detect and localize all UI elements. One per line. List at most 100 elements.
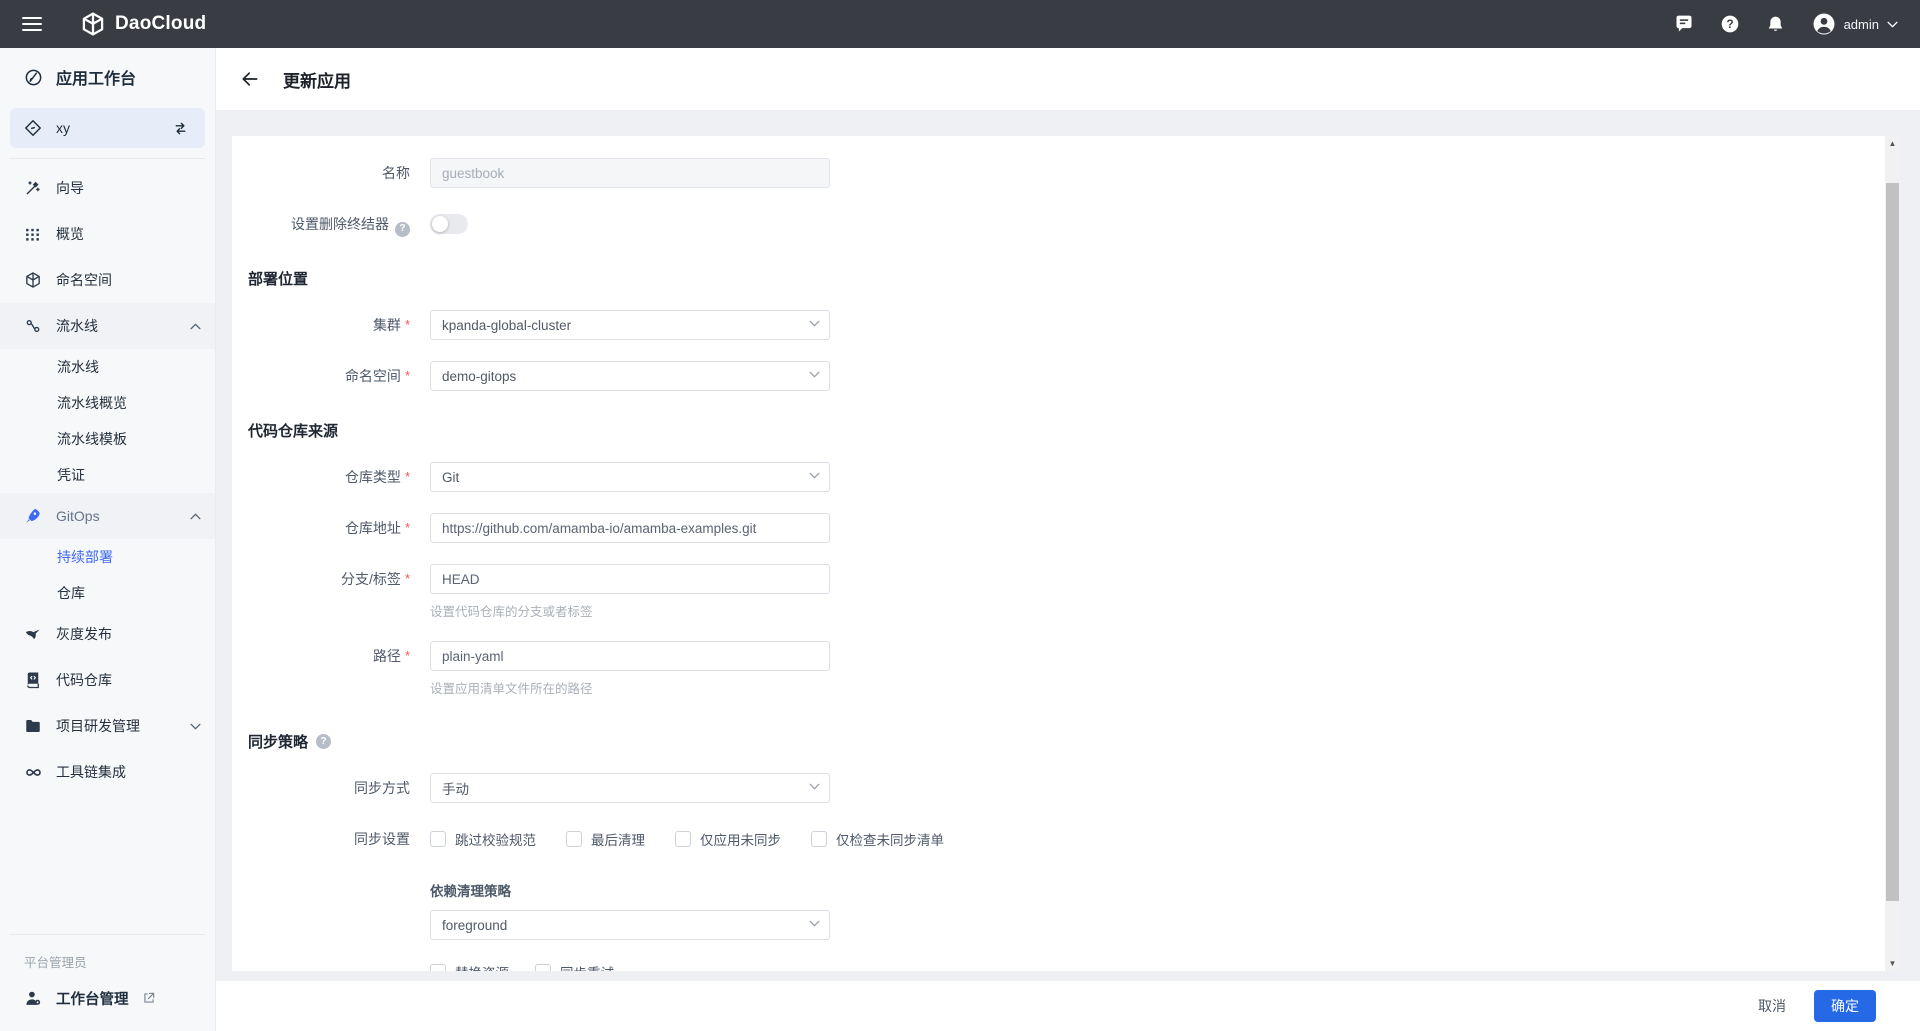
branch-row: 分支/标签* 设置代码仓库的分支或者标签 <box>232 564 1900 620</box>
back-button[interactable] <box>233 62 267 96</box>
sidebar-item-overview[interactable]: 概览 <box>0 211 215 257</box>
branch-hint: 设置代码仓库的分支或者标签 <box>430 601 830 620</box>
prune-policy-select[interactable]: foreground <box>430 910 830 940</box>
scroll-down-arrow[interactable]: ▼ <box>1885 956 1900 971</box>
name-input <box>430 158 830 188</box>
repo-url-label: 仓库地址* <box>232 513 430 543</box>
checkbox-box <box>535 964 551 971</box>
sync-settings-row: 同步设置 跳过校验规范 最后清理 仅应用未同步 仅检查未同步清单 <box>232 824 1900 854</box>
sidebar-item-workbench-mgmt[interactable]: 工作台管理 <box>0 975 215 1021</box>
main-area: 更新应用 名称 设置删除终结器? <box>215 48 1920 1031</box>
repo-type-label: 仓库类型* <box>232 462 430 492</box>
platform-admin-label: 平台管理员 <box>0 935 215 975</box>
checkbox-box <box>675 831 691 847</box>
username: admin <box>1844 17 1879 32</box>
checkbox-replace-resource[interactable]: 替换资源 <box>430 962 509 971</box>
cluster-label: 集群* <box>232 310 430 340</box>
path-input[interactable] <box>430 641 830 671</box>
path-label: 路径* <box>232 641 430 697</box>
help-icon[interactable]: ? <box>316 734 331 749</box>
switch-workspace-icon[interactable] <box>172 119 191 138</box>
sidebar-item-namespace[interactable]: 命名空间 <box>0 257 215 303</box>
finalizer-toggle[interactable] <box>430 214 468 234</box>
section-repo-source: 代码仓库来源 <box>248 420 1900 441</box>
finalizer-row: 设置删除终结器? <box>232 209 1900 239</box>
sidebar-item-toolchain[interactable]: 工具链集成 <box>0 749 215 795</box>
workspace-selector[interactable]: xy <box>10 108 205 148</box>
cluster-row: 集群* kpanda-global-cluster <box>232 310 1900 340</box>
sidebar-group-gitops[interactable]: GitOps <box>0 493 215 539</box>
checkbox-check-out-of-sync[interactable]: 仅检查未同步清单 <box>811 829 944 849</box>
path-row: 路径* 设置应用清单文件所在的路径 <box>232 641 1900 697</box>
checkbox-skip-schema[interactable]: 跳过校验规范 <box>430 829 536 849</box>
cancel-button[interactable]: 取消 <box>1758 996 1786 1016</box>
repo-type-row: 仓库类型* Git <box>232 462 1900 492</box>
repo-url-input[interactable] <box>430 513 830 543</box>
sidebar-item-credentials[interactable]: 凭证 <box>0 457 215 493</box>
sidebar-item-wizard[interactable]: 向导 <box>0 165 215 211</box>
sidebar-item-continuous-deploy[interactable]: 持续部署 <box>0 539 215 575</box>
wand-icon <box>24 179 43 198</box>
daocloud-logo-icon <box>80 11 106 37</box>
rocket-icon <box>24 507 43 526</box>
sidebar-item-pipeline-overview[interactable]: 流水线概览 <box>0 385 215 421</box>
sidebar-item-repository[interactable]: 仓库 <box>0 575 215 611</box>
sidebar: 应用工作台 xy <box>0 48 215 1031</box>
sidebar-item-pipeline-template[interactable]: 流水线模板 <box>0 421 215 457</box>
pipeline-icon <box>24 317 43 336</box>
repo-type-select[interactable]: Git <box>430 462 830 492</box>
cluster-select[interactable]: kpanda-global-cluster <box>430 310 830 340</box>
scroll-up-arrow[interactable]: ▲ <box>1885 136 1900 151</box>
chevron-down-icon <box>809 783 820 790</box>
sync-method-label: 同步方式 <box>232 773 430 803</box>
user-menu[interactable]: admin <box>1812 12 1898 36</box>
branch-input[interactable] <box>430 564 830 594</box>
chevron-down-icon <box>809 920 820 927</box>
finalizer-label: 设置删除终结器? <box>232 209 430 239</box>
sync-method-select[interactable]: 手动 <box>430 773 830 803</box>
infinity-icon <box>24 763 43 782</box>
sidebar-item-pipeline[interactable]: 流水线 <box>0 349 215 385</box>
checkbox-sync-retry[interactable]: 同步重试 <box>535 962 614 971</box>
workspace-name: xy <box>56 120 70 136</box>
section-deploy-location: 部署位置 <box>248 268 1900 289</box>
brand: DaoCloud <box>80 11 206 37</box>
form-footer: 取消 确定 <box>215 981 1920 1031</box>
bell-icon[interactable] <box>1766 14 1786 34</box>
svg-text:?: ? <box>1726 18 1733 31</box>
namespace-select[interactable]: demo-gitops <box>430 361 830 391</box>
page-header: 更新应用 <box>215 48 1920 110</box>
checkbox-apply-out-of-sync[interactable]: 仅应用未同步 <box>675 829 781 849</box>
code-repo-icon <box>24 671 43 690</box>
scrollbar-thumb[interactable] <box>1886 183 1899 901</box>
sidebar-item-gray-release[interactable]: 灰度发布 <box>0 611 215 657</box>
sidebar-title: 应用工作台 <box>0 48 215 106</box>
bird-icon <box>24 625 43 644</box>
chat-icon[interactable] <box>1674 14 1694 34</box>
cube-icon <box>24 271 43 290</box>
hamburger-menu-icon[interactable] <box>22 17 42 31</box>
checkbox-prune-last[interactable]: 最后清理 <box>566 829 645 849</box>
sidebar-group-project-mgmt[interactable]: 项目研发管理 <box>0 703 215 749</box>
prune-policy-label: 依赖清理策略 <box>430 880 1900 900</box>
external-link-icon <box>142 989 161 1008</box>
name-label: 名称 <box>232 158 430 188</box>
help-icon[interactable]: ? <box>1720 14 1740 34</box>
help-icon[interactable]: ? <box>395 222 410 237</box>
avatar-icon <box>1812 12 1836 36</box>
card-scrollbar[interactable]: ▲ ▼ <box>1885 136 1900 971</box>
checkbox-box <box>430 831 446 847</box>
extra-options-row: 替换资源 同步重试 <box>430 962 1900 971</box>
sidebar-group-pipeline[interactable]: 流水线 <box>0 303 215 349</box>
form-card: 名称 设置删除终结器? 部署位置 <box>232 136 1900 971</box>
branch-label: 分支/标签* <box>232 564 430 620</box>
checkbox-box <box>811 831 827 847</box>
path-hint: 设置应用清单文件所在的路径 <box>430 678 830 697</box>
namespace-row: 命名空间* demo-gitops <box>232 361 1900 391</box>
content: 名称 设置删除终结器? 部署位置 <box>215 110 1920 981</box>
workspace-icon <box>24 119 43 138</box>
brand-name: DaoCloud <box>115 13 206 35</box>
confirm-button[interactable]: 确定 <box>1814 990 1876 1022</box>
sidebar-item-code-repo[interactable]: 代码仓库 <box>0 657 215 703</box>
repo-url-row: 仓库地址* <box>232 513 1900 543</box>
